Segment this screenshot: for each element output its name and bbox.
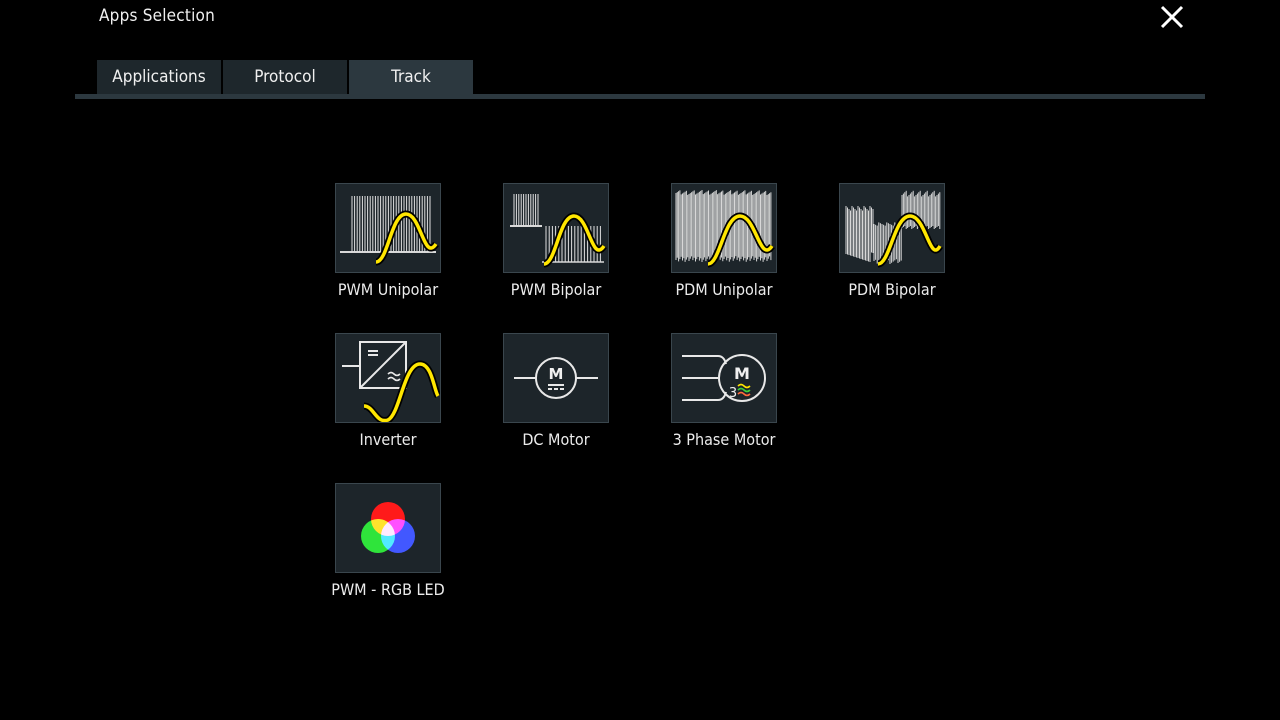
motor-letter: M — [734, 364, 750, 383]
app-label: Inverter — [359, 430, 417, 449]
app-label: PDM Bipolar — [848, 280, 936, 299]
app-label: 3 Phase Motor — [672, 430, 776, 449]
rgb-led-tile[interactable] — [335, 483, 441, 573]
dc-motor-icon: M — [514, 357, 598, 399]
tab-track[interactable]: Track — [349, 60, 473, 94]
app-pwm-bipolar[interactable]: PWM Bipolar — [486, 183, 626, 299]
close-button[interactable] — [1155, 2, 1189, 32]
phase-number: 3 — [729, 386, 737, 401]
app-three-phase-motor[interactable]: M 3 3 Phase Motor — [654, 333, 794, 449]
pwm-unipolar-tile[interactable] — [335, 183, 441, 273]
app-pwm-unipolar[interactable]: PWM Unipolar — [318, 183, 458, 299]
app-dc-motor[interactable]: M DC Motor — [486, 333, 626, 449]
pwm-unipolar-icon — [340, 196, 439, 266]
three-phase-motor-tile[interactable]: M 3 — [671, 333, 777, 423]
apps-grid: PWM Unipolar PWM Bipolar PDM Unipolar PD… — [318, 183, 990, 599]
close-icon — [1160, 5, 1184, 29]
app-pwm-rgb-led[interactable]: PWM - RGB LED — [318, 483, 458, 599]
pwm-bipolar-icon — [510, 194, 607, 268]
tab-applications[interactable]: Applications — [97, 60, 221, 94]
app-inverter[interactable]: Inverter — [318, 333, 458, 449]
pwm-bipolar-tile[interactable] — [503, 183, 609, 273]
app-label: PWM - RGB LED — [331, 580, 445, 599]
tab-protocol[interactable]: Protocol — [223, 60, 347, 94]
pdm-bipolar-tile[interactable] — [839, 183, 945, 273]
app-label: PDM Unipolar — [675, 280, 773, 299]
app-label: PWM Unipolar — [337, 280, 439, 299]
pdm-unipolar-icon — [675, 190, 775, 268]
inverter-tile[interactable] — [335, 333, 441, 423]
app-pdm-unipolar[interactable]: PDM Unipolar — [654, 183, 794, 299]
three-phase-motor-icon: M 3 — [682, 354, 766, 402]
motor-letter: M — [549, 365, 564, 383]
rgb-led-icon — [361, 502, 415, 553]
window-title: Apps Selection — [99, 6, 215, 26]
pdm-unipolar-tile[interactable] — [671, 183, 777, 273]
inverter-icon — [342, 341, 440, 422]
pdm-bipolar-icon — [845, 190, 944, 268]
tab-underline — [75, 94, 1205, 99]
dc-motor-tile[interactable]: M — [503, 333, 609, 423]
app-label: PWM Bipolar — [510, 280, 602, 299]
app-label: DC Motor — [522, 430, 590, 449]
grid-spacer — [822, 333, 990, 449]
app-pdm-bipolar[interactable]: PDM Bipolar — [822, 183, 962, 299]
tab-bar: Applications Protocol Track — [97, 60, 473, 94]
